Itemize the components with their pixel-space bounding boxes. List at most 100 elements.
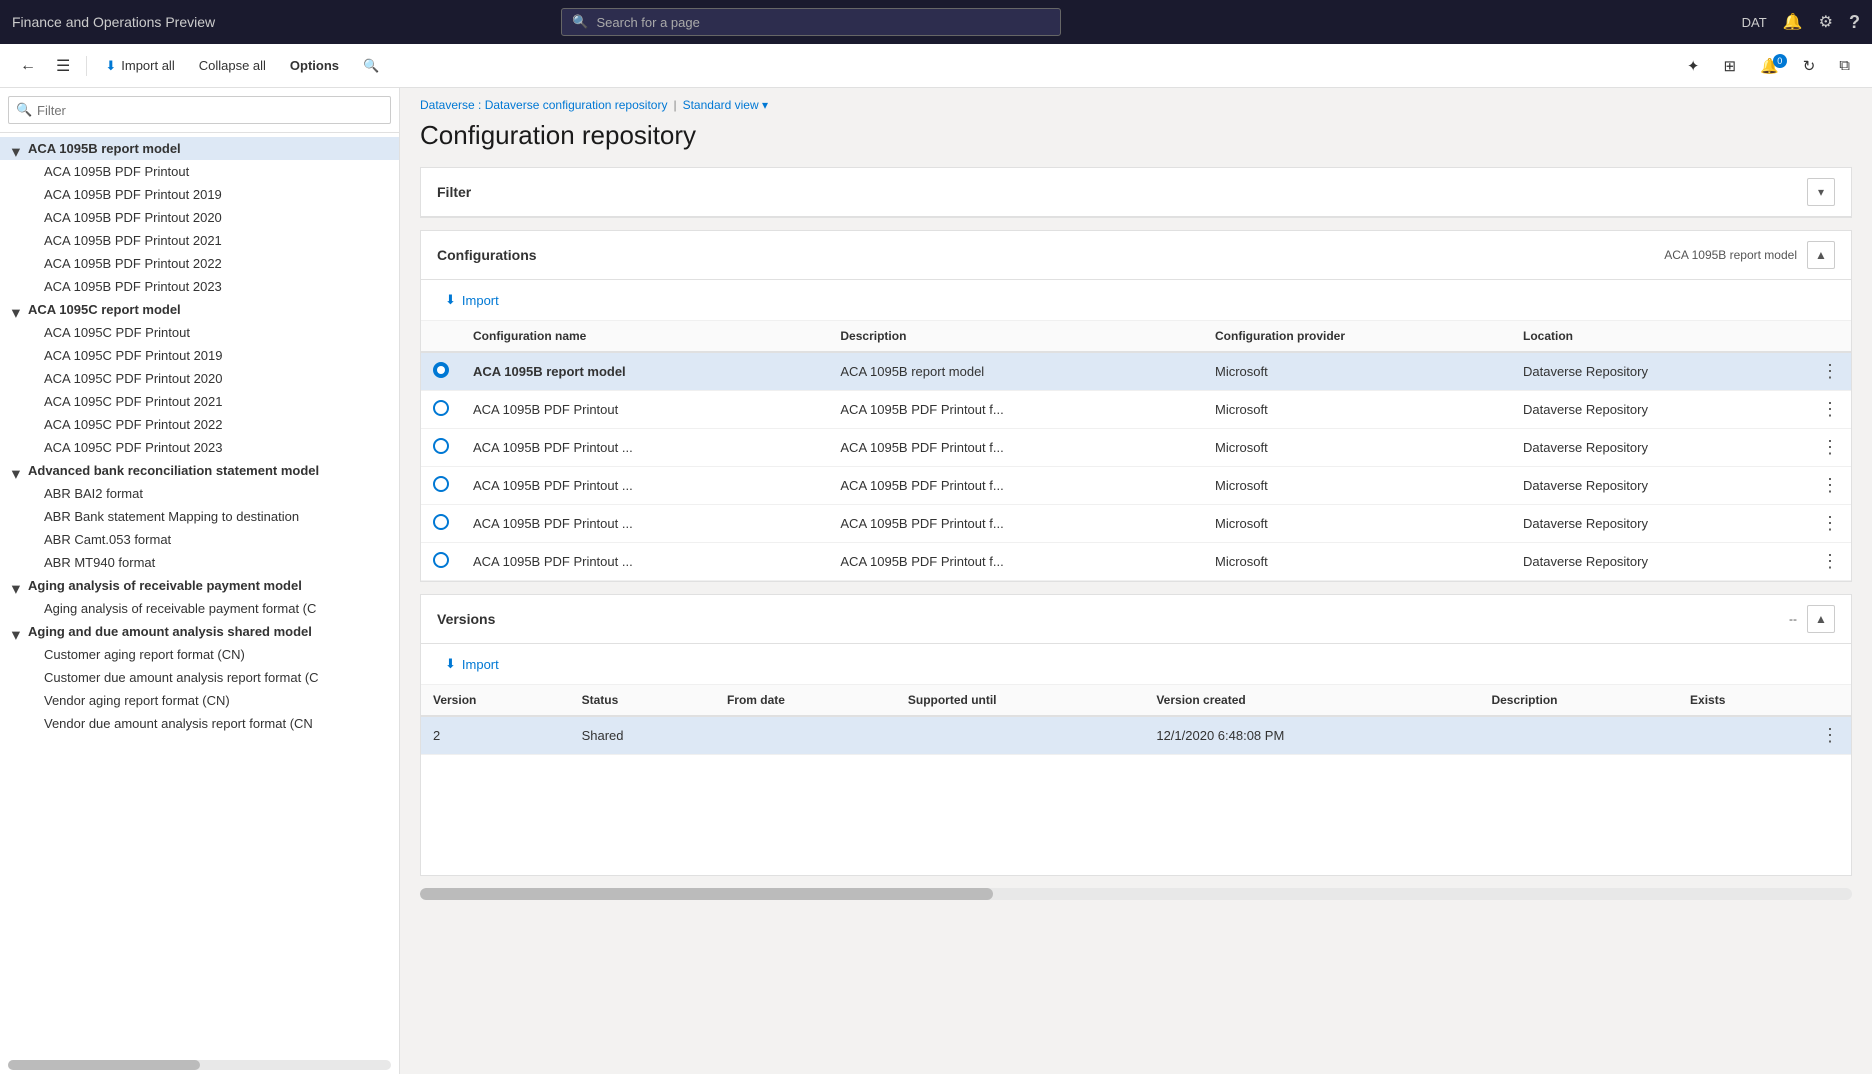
sidebar-horizontal-scrollbar[interactable]	[8, 1060, 391, 1070]
tree-item-label-aca-1095c-printout-2019: ACA 1095C PDF Printout 2019	[44, 348, 223, 363]
sidebar-tree-item-vendor-due-cn[interactable]: Vendor due amount analysis report format…	[0, 712, 399, 735]
radio-button-2[interactable]	[433, 438, 449, 454]
tree-item-label-vendor-due-cn: Vendor due amount analysis report format…	[44, 716, 313, 731]
personalize-button[interactable]: ✦	[1677, 52, 1710, 80]
radio-button-3[interactable]	[433, 476, 449, 492]
config-more-icon-2[interactable]: ⋮	[1821, 437, 1839, 457]
sidebar-tree-item-aca-1095c-printout-2023[interactable]: ACA 1095C PDF Printout 2023	[0, 436, 399, 459]
config-cell-provider-1: Microsoft	[1203, 391, 1511, 429]
config-actions-3[interactable]: ⋮	[1809, 467, 1851, 505]
back-button[interactable]: ←	[12, 53, 44, 79]
sidebar-tree-item-aca-1095c-printout-2021[interactable]: ACA 1095C PDF Printout 2021	[0, 390, 399, 413]
version-row-0[interactable]: 2Shared12/1/2020 6:48:08 PM⋮	[421, 716, 1851, 755]
version-actions-0[interactable]: ⋮	[1809, 716, 1851, 755]
versions-import-button[interactable]: ⬇ Import	[433, 650, 511, 678]
config-row-2[interactable]: ACA 1095B PDF Printout ...ACA 1095B PDF …	[421, 429, 1851, 467]
sidebar-tree-item-aging-receivable[interactable]: ◀Aging analysis of receivable payment mo…	[0, 574, 399, 597]
global-search-box[interactable]: 🔍 Search for a page	[561, 8, 1061, 36]
config-cell-provider-5: Microsoft	[1203, 543, 1511, 581]
config-radio-0[interactable]	[421, 352, 461, 391]
sidebar-tree-item-aca-1095c-printout-2022[interactable]: ACA 1095C PDF Printout 2022	[0, 413, 399, 436]
sidebar-tree-item-aging-receivable-format[interactable]: Aging analysis of receivable payment for…	[0, 597, 399, 620]
config-actions-2[interactable]: ⋮	[1809, 429, 1851, 467]
reload-button[interactable]: ↻	[1793, 52, 1826, 80]
filter-collapse-button[interactable]: ▾	[1807, 178, 1835, 206]
config-actions-1[interactable]: ⋮	[1809, 391, 1851, 429]
sidebar-tree-item-abr-camt[interactable]: ABR Camt.053 format	[0, 528, 399, 551]
sidebar-tree-item-aca-1095c[interactable]: ◀ACA 1095C report model	[0, 298, 399, 321]
config-row-4[interactable]: ACA 1095B PDF Printout ...ACA 1095B PDF …	[421, 505, 1851, 543]
sidebar-tree-item-abr-bank-mapping[interactable]: ABR Bank statement Mapping to destinatio…	[0, 505, 399, 528]
radio-button-5[interactable]	[433, 552, 449, 568]
sidebar-tree-item-aca-1095c-printout-2020[interactable]: ACA 1095C PDF Printout 2020	[0, 367, 399, 390]
import-all-button[interactable]: ⬇ Import all	[95, 53, 184, 79]
open-in-button[interactable]: ⧉	[1829, 52, 1860, 79]
col-status: Status	[570, 685, 715, 716]
config-row-5[interactable]: ACA 1095B PDF Printout ...ACA 1095B PDF …	[421, 543, 1851, 581]
config-cell-location-3: Dataverse Repository	[1511, 467, 1809, 505]
filter-input[interactable]	[8, 96, 391, 124]
breadcrumb-dataverse[interactable]: Dataverse : Dataverse configuration repo…	[420, 98, 667, 112]
config-actions-0[interactable]: ⋮	[1809, 352, 1851, 391]
sidebar-tree-item-abr-mt940[interactable]: ABR MT940 format	[0, 551, 399, 574]
sidebar-tree-item-abr-model[interactable]: ◀Advanced bank reconciliation statement …	[0, 459, 399, 482]
config-actions-5[interactable]: ⋮	[1809, 543, 1851, 581]
sidebar-tree-item-aca-1095b-printout-2023[interactable]: ACA 1095B PDF Printout 2023	[0, 275, 399, 298]
breadcrumb-view[interactable]: Standard view ▾	[683, 98, 768, 112]
config-row-0[interactable]: ACA 1095B report modelACA 1095B report m…	[421, 352, 1851, 391]
col-ver-description: Description	[1479, 685, 1678, 716]
sidebar-tree-item-customer-aging-cn[interactable]: Customer aging report format (CN)	[0, 643, 399, 666]
sidebar-tree-item-aca-1095c-printout-2019[interactable]: ACA 1095C PDF Printout 2019	[0, 344, 399, 367]
config-row-3[interactable]: ACA 1095B PDF Printout ...ACA 1095B PDF …	[421, 467, 1851, 505]
sidebar-tree-item-aging-due[interactable]: ◀Aging and due amount analysis shared mo…	[0, 620, 399, 643]
config-more-icon-1[interactable]: ⋮	[1821, 399, 1839, 419]
main-layout: 🔍 ◀ACA 1095B report modelACA 1095B PDF P…	[0, 88, 1872, 1074]
refresh-badge-button[interactable]: 🔔 0	[1750, 52, 1789, 80]
settings-icon[interactable]: ⚙	[1819, 12, 1833, 32]
config-radio-2[interactable]	[421, 429, 461, 467]
config-actions-4[interactable]: ⋮	[1809, 505, 1851, 543]
collapse-all-button[interactable]: Collapse all	[189, 53, 276, 78]
config-more-icon-4[interactable]: ⋮	[1821, 513, 1839, 533]
breadcrumb-sep: |	[673, 98, 676, 112]
config-more-icon-5[interactable]: ⋮	[1821, 551, 1839, 571]
config-radio-3[interactable]	[421, 467, 461, 505]
page-title: Configuration repository	[400, 116, 1872, 167]
tree-item-label-aca-1095c: ACA 1095C report model	[28, 302, 181, 317]
sidebar-tree-item-aca-1095b-printout-2021[interactable]: ACA 1095B PDF Printout 2021	[0, 229, 399, 252]
menu-button[interactable]: ☰	[48, 52, 78, 80]
version-more-icon-0[interactable]: ⋮	[1821, 725, 1839, 745]
col-version: Version	[421, 685, 570, 716]
config-more-icon-3[interactable]: ⋮	[1821, 475, 1839, 495]
sidebar-tree-item-aca-1095b-printout-2019[interactable]: ACA 1095B PDF Printout 2019	[0, 183, 399, 206]
versions-section-header: Versions -- ▲	[421, 595, 1851, 644]
options-button[interactable]: Options	[280, 53, 349, 78]
sidebar-tree-item-vendor-aging-cn[interactable]: Vendor aging report format (CN)	[0, 689, 399, 712]
help-icon[interactable]: ?	[1849, 12, 1860, 33]
filter-input-wrap: 🔍	[8, 96, 391, 124]
breadcrumb: Dataverse : Dataverse configuration repo…	[400, 88, 1872, 116]
sidebar-tree-item-aca-1095b[interactable]: ◀ACA 1095B report model	[0, 137, 399, 160]
versions-collapse-button[interactable]: ▲	[1807, 605, 1835, 633]
configurations-import-button[interactable]: ⬇ Import	[433, 286, 511, 314]
sidebar-tree-item-aca-1095b-printout-2022[interactable]: ACA 1095B PDF Printout 2022	[0, 252, 399, 275]
config-radio-1[interactable]	[421, 391, 461, 429]
sidebar-tree-item-aca-1095c-printout[interactable]: ACA 1095C PDF Printout	[0, 321, 399, 344]
config-more-icon-0[interactable]: ⋮	[1821, 361, 1839, 381]
config-radio-4[interactable]	[421, 505, 461, 543]
radio-button-1[interactable]	[433, 400, 449, 416]
sidebar-tree-item-aca-1095b-printout[interactable]: ACA 1095B PDF Printout	[0, 160, 399, 183]
sidebar-tree-item-aca-1095b-printout-2020[interactable]: ACA 1095B PDF Printout 2020	[0, 206, 399, 229]
radio-button-4[interactable]	[433, 514, 449, 530]
toolbar-search-button[interactable]: 🔍	[353, 53, 389, 79]
radio-button-0[interactable]	[433, 362, 449, 378]
sidebar-tree-item-customer-due-cn[interactable]: Customer due amount analysis report form…	[0, 666, 399, 689]
content-horizontal-scrollbar[interactable]	[420, 888, 1852, 900]
sidebar-tree-item-abr-bai2[interactable]: ABR BAI2 format	[0, 482, 399, 505]
fullscreen-button[interactable]: ⊞	[1713, 52, 1746, 80]
config-row-1[interactable]: ACA 1095B PDF PrintoutACA 1095B PDF Prin…	[421, 391, 1851, 429]
col-actions	[1809, 321, 1851, 352]
configurations-collapse-button[interactable]: ▲	[1807, 241, 1835, 269]
config-radio-5[interactable]	[421, 543, 461, 581]
notification-icon[interactable]: 🔔	[1783, 12, 1803, 32]
